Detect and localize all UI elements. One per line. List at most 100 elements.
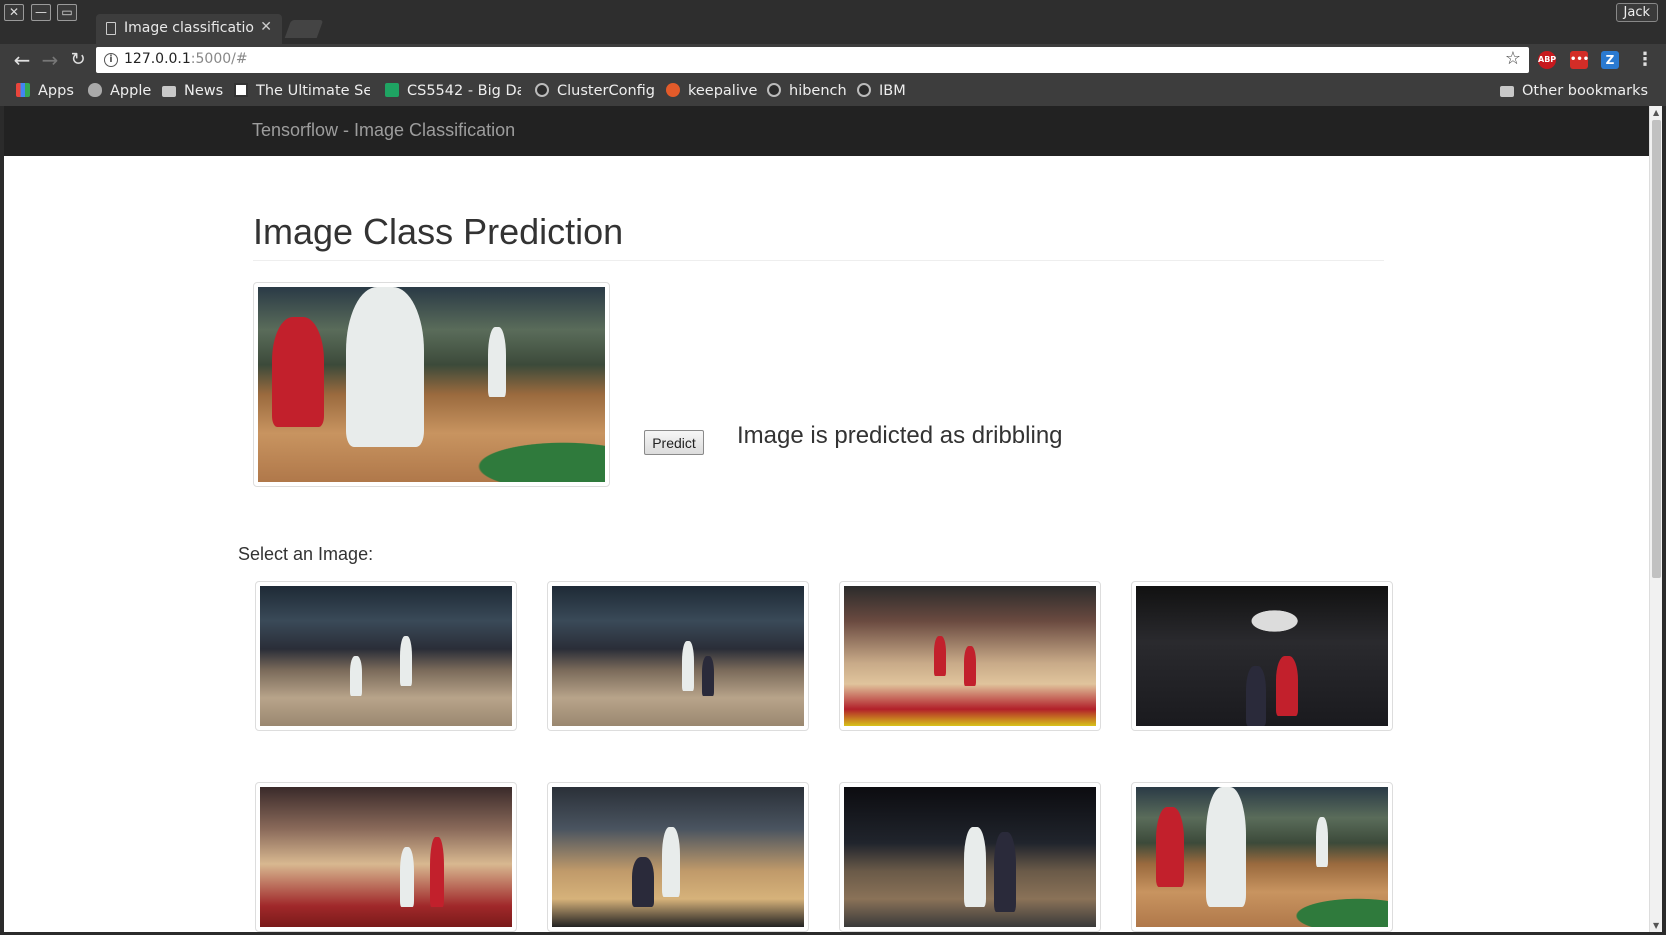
folder-icon (162, 86, 176, 97)
bookmark-label: ClusterConfig (557, 83, 655, 99)
site-navbar: Tensorflow - Image Classification (4, 106, 1649, 156)
gallery-image-5[interactable] (255, 782, 517, 932)
bookmark-news[interactable]: News (162, 81, 226, 101)
basketball-photo (552, 787, 804, 927)
bookmark-star-icon[interactable]: ☆ (1505, 48, 1521, 69)
player-figure (964, 827, 986, 907)
page-viewport: Tensorflow - Image Classification Image … (4, 106, 1649, 932)
url-text[interactable]: 127.0.0.1:5000/# (124, 51, 248, 67)
z-extension-icon[interactable]: Z (1601, 51, 1619, 69)
window-titlebar: ✕ — ▭ Image classification ✕ Jack (0, 0, 1666, 44)
ask-icon (666, 83, 680, 97)
player-figure (702, 656, 714, 696)
predict-button[interactable]: Predict (644, 430, 704, 455)
player-figure (400, 636, 412, 686)
tab-close-icon[interactable]: ✕ (260, 19, 272, 35)
site-info-icon[interactable]: i (104, 53, 118, 67)
bookmark-keepalive[interactable]: keepalive (666, 81, 762, 101)
gallery-image-1[interactable] (255, 581, 517, 731)
bookmark-ultimate[interactable]: The Ultimate Ser (234, 81, 370, 101)
github-icon (535, 83, 549, 97)
bookmark-apple[interactable]: Apple (88, 81, 154, 101)
player-figure (1246, 666, 1266, 726)
bookmark-label: keepalive (688, 83, 758, 99)
gallery-image-8[interactable] (1131, 782, 1393, 932)
player-figure (1156, 807, 1184, 887)
ultimate-icon (234, 83, 248, 97)
adblock-extension-icon[interactable]: ABP (1538, 51, 1556, 69)
basketball-photo (258, 287, 605, 482)
bookmark-label: The Ultimate Ser (256, 83, 370, 99)
page-scrollbar[interactable]: ▲ ▼ (1649, 106, 1662, 932)
bookmark-other[interactable]: Other bookmarks (1500, 81, 1650, 101)
gallery-image-6[interactable] (547, 782, 809, 932)
browser-tab-active[interactable]: Image classification ✕ (96, 14, 282, 44)
scroll-up-icon[interactable]: ▲ (1653, 108, 1659, 117)
player-figure (272, 317, 324, 427)
bookmark-ibm[interactable]: IBM (857, 81, 917, 101)
player-figure (964, 646, 976, 686)
navbar-brand[interactable]: Tensorflow - Image Classification (252, 120, 515, 141)
player-figure (1316, 817, 1328, 867)
forward-arrow-icon[interactable]: → (38, 48, 62, 72)
scroll-down-icon[interactable]: ▼ (1653, 921, 1659, 930)
basketball-photo (260, 586, 512, 726)
github-icon (857, 83, 871, 97)
bookmark-cs5542[interactable]: CS5542 - Big Dat (385, 81, 521, 101)
select-image-label: Select an Image: (238, 544, 374, 564)
player-figure (430, 837, 444, 907)
window-maximize-button[interactable]: ▭ (57, 4, 77, 21)
basketball-photo (844, 787, 1096, 927)
apple-icon (88, 83, 102, 97)
player-figure (632, 857, 654, 907)
sheets-icon (385, 83, 399, 97)
page-title: Image Class Prediction (253, 211, 624, 252)
bookmark-clusterconfig[interactable]: ClusterConfig (535, 81, 655, 101)
new-tab-button[interactable] (284, 20, 324, 38)
gallery-image-3[interactable] (839, 581, 1101, 731)
basketball-photo (260, 787, 512, 927)
player-figure (662, 827, 680, 897)
bookmark-label: Apple (110, 83, 152, 99)
basketball-photo (1136, 787, 1388, 927)
browser-menu-icon[interactable]: ⋮ (1636, 49, 1654, 70)
folder-icon (1500, 86, 1514, 97)
address-bar[interactable]: i 127.0.0.1:5000/# ☆ (96, 47, 1529, 73)
browser-toolbar: ← → ↻ i 127.0.0.1:5000/# ☆ ABP ••• Z ⋮ (0, 44, 1666, 76)
player-figure (488, 327, 506, 397)
player-figure (1276, 656, 1298, 716)
scrollbar-thumb[interactable] (1652, 120, 1661, 578)
document-icon (106, 22, 116, 35)
bookmark-label: Other bookmarks (1522, 83, 1649, 99)
url-path: :5000/# (190, 51, 248, 67)
gallery-image-7[interactable] (839, 782, 1101, 932)
basketball-photo (1136, 586, 1388, 726)
player-figure (682, 641, 694, 691)
basketball-photo (844, 586, 1096, 726)
gallery-image-2[interactable] (547, 581, 809, 731)
bookmark-label: IBM (879, 83, 906, 99)
bookmark-label: News (184, 83, 224, 99)
profile-user-button[interactable]: Jack (1615, 3, 1658, 22)
player-figure (346, 287, 424, 447)
player-figure (1206, 787, 1246, 907)
gallery-image-4[interactable] (1131, 581, 1393, 731)
apps-icon (16, 83, 30, 97)
player-figure (400, 847, 414, 907)
window-minimize-button[interactable]: — (31, 4, 51, 21)
back-arrow-icon[interactable]: ← (10, 48, 34, 72)
url-host: 127.0.0.1 (124, 51, 191, 67)
player-figure (994, 832, 1016, 912)
reload-icon[interactable]: ↻ (66, 48, 90, 72)
bookmark-label: CS5542 - Big Dat (407, 83, 521, 99)
window-close-button[interactable]: ✕ (4, 4, 24, 21)
lastpass-extension-icon[interactable]: ••• (1570, 51, 1589, 69)
bookmark-label: Apps (38, 83, 74, 99)
bookmark-apps[interactable]: Apps (16, 81, 80, 101)
selected-image (253, 282, 610, 487)
basketball-photo (552, 586, 804, 726)
bookmark-hibench[interactable]: hibench (767, 81, 851, 101)
title-divider (253, 260, 1384, 261)
prediction-result: Image is predicted as dribbling (737, 422, 1063, 449)
github-icon (767, 83, 781, 97)
